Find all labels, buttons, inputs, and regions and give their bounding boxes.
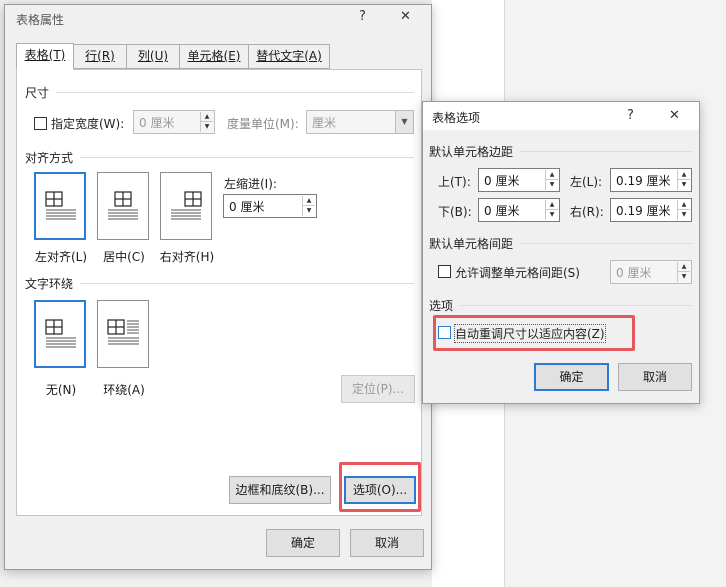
wrap-around-icon	[107, 319, 139, 345]
positioning-button[interactable]: 定位(P)...	[341, 375, 415, 403]
margins-divider	[520, 151, 692, 152]
tab-table[interactable]: 表格(T)	[16, 43, 74, 70]
chevron-down-icon[interactable]: ▼	[395, 111, 413, 133]
spacing-input[interactable]: 0 厘米 ▲ ▼	[610, 260, 692, 284]
top-margin-stepper[interactable]: ▲ ▼	[545, 170, 558, 190]
top-margin-label: 上(T):	[438, 175, 471, 189]
top-margin-value: 0 厘米	[484, 174, 520, 188]
indent-left-value: 0 厘米	[229, 200, 265, 214]
allow-spacing-label: 允许调整单元格间距(S)	[455, 266, 580, 280]
spin-down-icon[interactable]: ▼	[677, 210, 690, 220]
borders-shading-button[interactable]: 边框和底纹(B)...	[229, 476, 331, 504]
tab-cell[interactable]: 单元格(E)	[179, 44, 249, 69]
table-align-center-icon	[108, 191, 138, 220]
align-left-option[interactable]	[34, 172, 86, 240]
preferred-width-input[interactable]: 0 厘米 ▲ ▼	[133, 110, 215, 134]
wrap-none-label: 无(N)	[45, 383, 77, 397]
options-close-icon[interactable]: ✕	[669, 108, 680, 123]
wrap-none-icon	[45, 319, 76, 348]
table-align-right-icon	[171, 191, 202, 220]
spin-up-icon[interactable]: ▲	[677, 170, 690, 180]
options-section-label: 选项	[429, 299, 454, 313]
preferred-width-value: 0 厘米	[139, 116, 175, 130]
spin-down-icon[interactable]: ▼	[545, 180, 558, 190]
size-section-label: 尺寸	[25, 86, 50, 100]
wrapping-divider	[80, 283, 414, 284]
wrap-none-option[interactable]	[34, 300, 86, 368]
spin-down-icon[interactable]: ▼	[545, 210, 558, 220]
cancel-button[interactable]: 取消	[350, 529, 424, 557]
right-margin-input[interactable]: 0.19 厘米 ▲ ▼	[610, 198, 692, 222]
measure-unit-label: 度量单位(M):	[227, 117, 299, 131]
spin-down-icon[interactable]: ▼	[677, 272, 690, 282]
indent-left-label: 左缩进(I):	[224, 177, 277, 191]
allow-spacing-checkbox[interactable]	[438, 265, 451, 278]
left-margin-stepper[interactable]: ▲ ▼	[677, 170, 690, 190]
table-align-left-icon	[45, 191, 76, 220]
right-margin-value: 0.19 厘米	[616, 204, 671, 218]
spacing-value: 0 厘米	[616, 266, 652, 280]
size-divider	[56, 92, 414, 93]
alignment-divider	[80, 157, 414, 158]
align-right-label: 右对齐(H)	[159, 250, 215, 264]
spin-up-icon[interactable]: ▲	[545, 170, 558, 180]
measure-unit-select[interactable]: 厘米 ▼	[306, 110, 414, 134]
spin-up-icon[interactable]: ▲	[545, 200, 558, 210]
left-margin-label: 左(L):	[570, 175, 603, 189]
right-margin-stepper[interactable]: ▲ ▼	[677, 200, 690, 220]
indent-left-stepper[interactable]: ▲ ▼	[302, 196, 315, 216]
left-margin-input[interactable]: 0.19 厘米 ▲ ▼	[610, 168, 692, 192]
bottom-margin-stepper[interactable]: ▲ ▼	[545, 200, 558, 220]
indent-left-input[interactable]: 0 厘米 ▲ ▼	[223, 194, 317, 218]
options-cancel-button[interactable]: 取消	[618, 363, 692, 391]
align-center-option[interactable]	[97, 172, 149, 240]
spin-down-icon[interactable]: ▼	[302, 206, 315, 216]
spin-up-icon[interactable]: ▲	[200, 112, 213, 122]
options-ok-button[interactable]: 确定	[534, 363, 609, 391]
top-margin-input[interactable]: 0 厘米 ▲ ▼	[478, 168, 560, 192]
right-margin-label: 右(R):	[570, 205, 604, 219]
align-center-label: 居中(C)	[103, 250, 145, 264]
options-dialog-title: 表格选项	[432, 111, 481, 125]
options-button[interactable]: 选项(O)...	[344, 476, 416, 504]
autoresize-label: 自动重调尺寸以适应内容(Z)	[454, 324, 606, 343]
spin-up-icon[interactable]: ▲	[677, 200, 690, 210]
ok-button[interactable]: 确定	[266, 529, 340, 557]
bottom-margin-input[interactable]: 0 厘米 ▲ ▼	[478, 198, 560, 222]
preferred-width-checkbox[interactable]	[34, 117, 47, 130]
tab-panel	[16, 69, 422, 516]
spin-down-icon[interactable]: ▼	[677, 180, 690, 190]
spin-up-icon[interactable]: ▲	[302, 196, 315, 206]
measure-unit-value: 厘米	[312, 116, 337, 130]
spin-up-icon[interactable]: ▲	[677, 262, 690, 272]
spin-down-icon[interactable]: ▼	[200, 122, 213, 132]
wrapping-section-label: 文字环绕	[25, 277, 74, 291]
wrap-around-option[interactable]	[97, 300, 149, 368]
align-right-option[interactable]	[160, 172, 212, 240]
tab-alt-text[interactable]: 替代文字(A)	[248, 44, 330, 69]
spacing-divider	[520, 243, 692, 244]
wrap-around-label: 环绕(A)	[103, 383, 145, 397]
spacing-section-label: 默认单元格间距	[429, 237, 514, 251]
autoresize-checkbox[interactable]	[438, 326, 451, 339]
left-margin-value: 0.19 厘米	[616, 174, 671, 188]
margins-section-label: 默认单元格边距	[429, 145, 514, 159]
close-icon[interactable]: ✕	[400, 9, 411, 24]
preferred-width-stepper[interactable]: ▲ ▼	[200, 112, 213, 132]
align-left-label: 左对齐(L)	[34, 250, 88, 264]
bottom-margin-value: 0 厘米	[484, 204, 520, 218]
spacing-stepper[interactable]: ▲ ▼	[677, 262, 690, 282]
alignment-section-label: 对齐方式	[25, 151, 74, 165]
dialog-title: 表格属性	[16, 13, 65, 27]
tab-column[interactable]: 列(U)	[126, 44, 180, 69]
options-help-button[interactable]: ?	[627, 108, 634, 123]
help-button[interactable]: ?	[359, 9, 366, 24]
preferred-width-label: 指定宽度(W):	[51, 117, 125, 131]
tab-row[interactable]: 行(R)	[73, 44, 127, 69]
options-divider	[460, 305, 692, 306]
bottom-margin-label: 下(B):	[438, 205, 472, 219]
